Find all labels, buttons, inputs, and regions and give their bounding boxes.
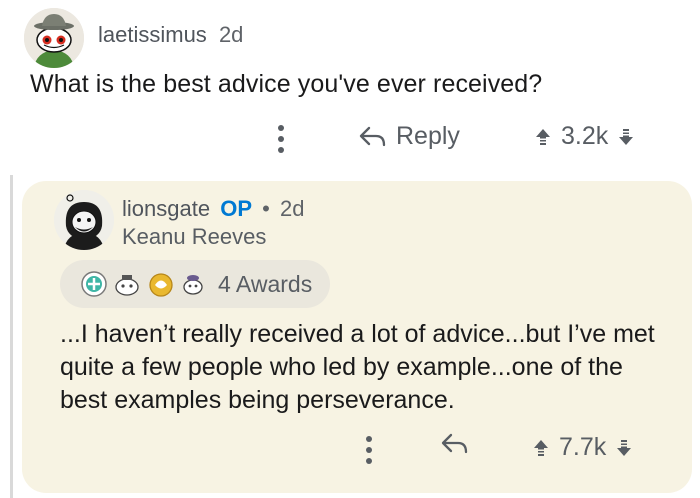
keanu-snoo-avatar-icon (54, 190, 114, 250)
comment-age: 2d (218, 22, 244, 47)
vote-controls: 3.2k (535, 122, 634, 151)
snoo-avatar-icon (24, 8, 84, 68)
separator-dot: • (262, 196, 270, 221)
overflow-dots-icon[interactable] (276, 124, 286, 159)
username[interactable]: lionsgate (122, 196, 210, 221)
overflow-dots-icon[interactable] (364, 435, 374, 470)
downvote-icon[interactable] (618, 128, 634, 146)
upvote-icon[interactable] (533, 439, 549, 457)
comment-body: What is the best advice you've ever rece… (30, 70, 543, 98)
thread-line[interactable] (10, 175, 13, 498)
avatar-lionsgate[interactable] (54, 190, 114, 250)
award-icon (115, 275, 139, 296)
vote-controls: 7.7k (533, 433, 632, 462)
reply-body: ...I haven’t really received a lot of ad… (60, 320, 655, 414)
award-icon (149, 273, 173, 297)
downvote-icon[interactable] (616, 439, 632, 457)
reply-arrow-icon (441, 433, 468, 454)
user-flair: Keanu Reeves (122, 224, 267, 249)
reply-label: Reply (396, 122, 460, 150)
upvote-icon[interactable] (535, 128, 551, 146)
reply-header: lionsgate OP • 2d (122, 196, 304, 222)
score: 3.2k (561, 122, 609, 150)
avatar-laetissimus[interactable] (24, 8, 84, 68)
comment-actions: Reply 3.2k (270, 120, 680, 160)
username[interactable]: laetissimus (98, 22, 207, 47)
awards-count: 4 Awards (218, 270, 313, 297)
reply-button[interactable]: Reply (358, 122, 460, 151)
reply-button[interactable] (440, 433, 468, 455)
award-icon (81, 271, 107, 297)
comment-age: 2d (279, 196, 305, 221)
reply-arrow-icon (359, 126, 386, 146)
award-icon (183, 275, 203, 295)
awards-pill[interactable]: 4 Awards (60, 260, 330, 308)
comment-header: laetissimus 2d (98, 22, 243, 48)
op-badge: OP (220, 196, 252, 221)
score: 7.7k (559, 433, 607, 461)
reply-actions: 7.7k (340, 431, 680, 471)
